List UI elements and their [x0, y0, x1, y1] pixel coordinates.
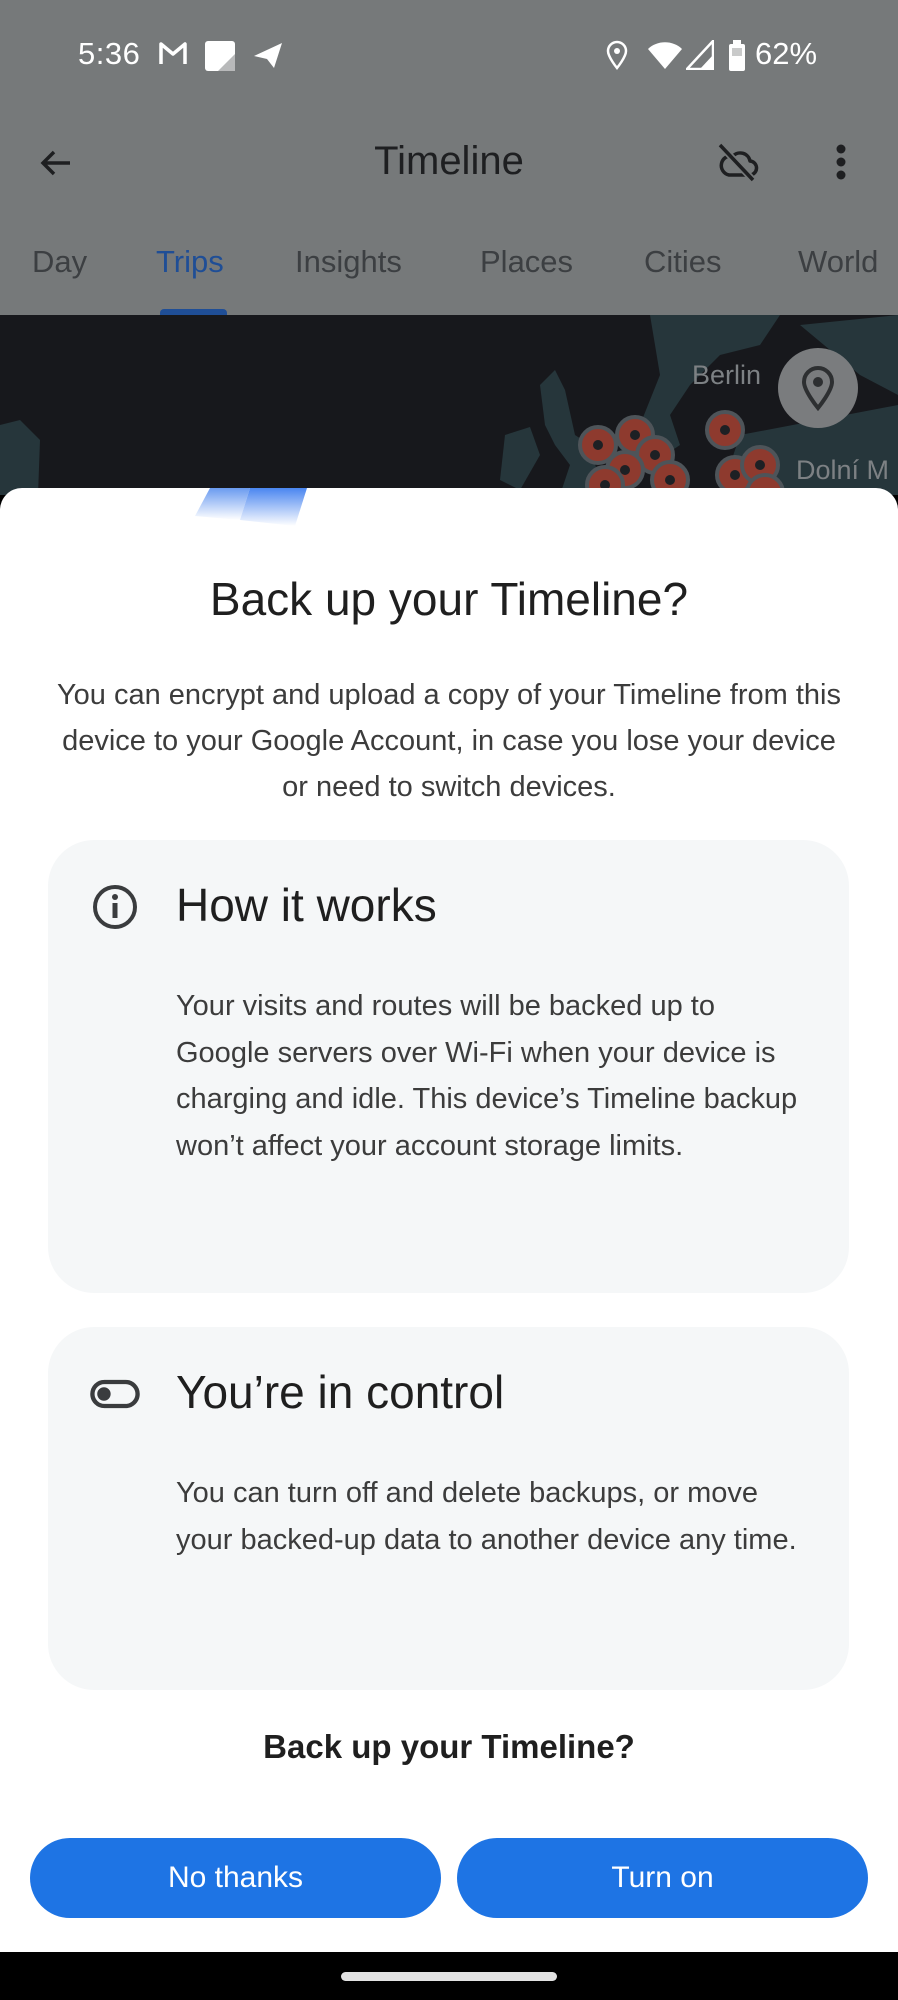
place-marker[interactable]: [705, 410, 745, 450]
turn-on-button[interactable]: Turn on: [457, 1838, 868, 1918]
tab-cities[interactable]: Cities: [644, 244, 722, 280]
location-icon: [606, 40, 628, 75]
no-thanks-button[interactable]: No thanks: [30, 1838, 441, 1918]
more-vert-icon: [836, 144, 846, 180]
card-heading: You’re in control: [176, 1366, 505, 1418]
cell-signal-icon: [684, 37, 715, 75]
map-label-berlin: Berlin: [692, 360, 762, 390]
tab-bar: Day Trips Insights Places Cities World: [0, 220, 898, 317]
toggle-icon: [90, 1369, 140, 1419]
battery-percent: 62%: [755, 36, 818, 71]
status-time: 5:36: [78, 36, 141, 71]
system-nav-bar: [0, 1952, 898, 2000]
telegram-icon: [252, 40, 284, 75]
more-options-button[interactable]: [813, 135, 869, 191]
dialog-intro-text: You can encrypt and upload a copy of you…: [57, 679, 841, 803]
tab-day[interactable]: Day: [32, 244, 87, 280]
app-bar: Timeline: [0, 105, 898, 220]
backup-illustration: [195, 488, 307, 526]
dialog-title: Back up your Timeline?: [209, 573, 689, 625]
card-heading: How it works: [176, 879, 437, 931]
gmail-icon: [158, 40, 188, 71]
tab-places[interactable]: Places: [480, 244, 573, 280]
backup-status-button[interactable]: [710, 135, 766, 191]
home-gesture-handle[interactable]: [341, 1972, 557, 1981]
card-body: Your visits and routes will be backed up…: [176, 990, 798, 1162]
location-button[interactable]: [778, 348, 858, 428]
map-view[interactable]: Berlin Dolní M: [0, 315, 898, 495]
backup-dialog-sheet: Back up your Timeline? You can encrypt a…: [0, 488, 898, 1952]
tab-trips[interactable]: Trips: [156, 244, 224, 280]
info-icon: [90, 882, 140, 932]
how-it-works-card: How it works Your visits and routes will…: [48, 840, 849, 1293]
tab-world[interactable]: World: [798, 244, 878, 280]
notes-icon: [204, 40, 236, 77]
place-pin-icon: [801, 366, 835, 411]
confirm-question: Back up your Timeline?: [263, 1728, 635, 1765]
card-body: You can turn off and delete backups, or …: [176, 1477, 797, 1556]
in-control-card: You’re in control You can turn off and d…: [48, 1327, 849, 1690]
status-bar: 5:36 62%: [0, 0, 898, 105]
tab-insights[interactable]: Insights: [295, 244, 402, 280]
battery-icon: [728, 40, 746, 77]
wifi-icon: [647, 40, 683, 75]
map-label-dolni: Dolní M: [796, 455, 890, 485]
cloud-off-icon: [717, 142, 759, 183]
